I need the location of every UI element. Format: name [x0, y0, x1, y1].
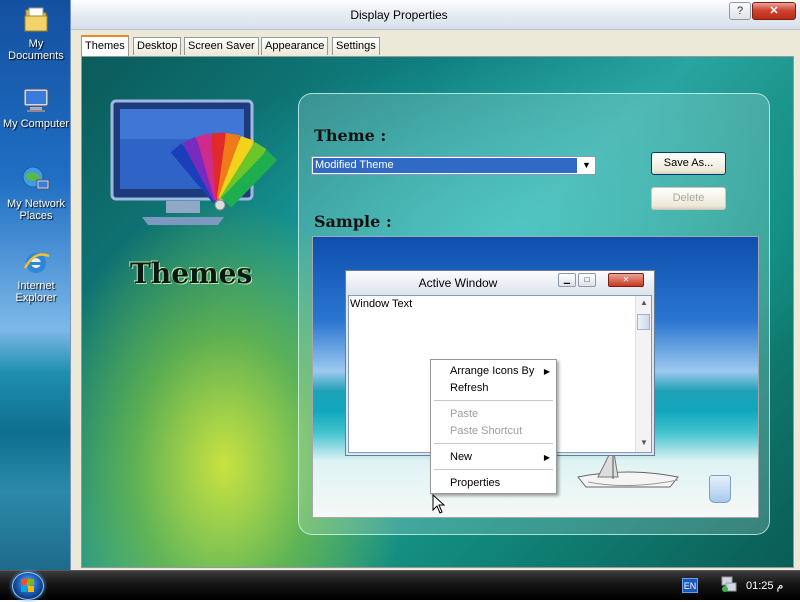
minimize-icon: ▁ — [558, 273, 576, 287]
sample-window-title: Active Window — [418, 276, 498, 290]
sample-scrollbar: ▲ ▼ — [635, 296, 651, 452]
language-indicator[interactable]: EN — [682, 578, 698, 593]
window-titlebar[interactable]: Display Properties ? ✕ — [71, 0, 800, 30]
scroll-up-icon: ▲ — [640, 298, 648, 307]
menu-item-label: Paste — [450, 408, 479, 420]
mouse-cursor-icon — [432, 494, 446, 514]
submenu-arrow-icon: ▶ — [543, 453, 550, 462]
tab-settings[interactable]: Settings — [332, 37, 380, 55]
desktop-icon-label: My Network Places — [6, 198, 66, 222]
theme-label: Theme : — [314, 126, 387, 145]
maximize-icon: □ — [578, 273, 596, 287]
menu-separator — [434, 469, 553, 470]
menu-item-label: Arrange Icons By — [450, 365, 535, 377]
clock[interactable]: 01:25 م — [746, 579, 783, 592]
sample-window-titlebar: Active Window ▁ □ ✕ — [346, 271, 654, 293]
delete-button[interactable]: Delete — [651, 187, 726, 210]
tab-desktop[interactable]: Desktop — [133, 37, 182, 55]
menu-item-label: Properties — [450, 477, 501, 489]
menu-separator — [434, 400, 553, 401]
desktop-icon-label: My Computer — [2, 118, 70, 130]
network-globe-icon — [22, 166, 50, 190]
window-title: Display Properties — [350, 8, 448, 22]
save-as-button[interactable]: Save As... — [651, 152, 726, 175]
theme-dropdown[interactable]: Modified Theme ▼ — [311, 156, 596, 175]
tab-screen-saver[interactable]: Screen Saver — [184, 37, 259, 55]
menu-item-label: Refresh — [450, 382, 489, 394]
menu-separator — [434, 443, 553, 444]
menu-item-paste: Paste — [431, 406, 556, 423]
submenu-arrow-icon: ▶ — [543, 367, 550, 376]
scroll-down-icon: ▼ — [640, 438, 648, 447]
menu-item-label: New — [450, 451, 473, 463]
menu-item-properties[interactable]: Properties — [431, 475, 556, 492]
monitor-color-swatches-icon — [110, 99, 278, 225]
theme-dropdown-value: Modified Theme — [313, 158, 577, 173]
start-button[interactable] — [12, 572, 44, 600]
menu-item-paste-shortcut: Paste Shortcut — [431, 423, 556, 440]
sample-window-text: Window Text — [350, 298, 413, 310]
scrollbar-thumb — [637, 314, 650, 330]
computer-icon — [23, 88, 49, 112]
close-button[interactable]: ✕ — [752, 2, 796, 20]
folder-icon — [24, 7, 48, 32]
sample-label: Sample : — [314, 212, 392, 231]
tab-themes[interactable]: Themes — [81, 35, 129, 56]
desktop-context-menu: Arrange Icons By ▶ Refresh Paste Paste S… — [430, 359, 557, 494]
menu-item-arrange-icons-by[interactable]: Arrange Icons By ▶ — [431, 363, 556, 380]
network-tray-icon[interactable] — [720, 575, 738, 593]
tab-appearance[interactable]: Appearance — [261, 37, 329, 55]
menu-item-refresh[interactable]: Refresh — [431, 380, 556, 397]
desktop-icon-my-documents[interactable]: My Documents — [0, 4, 72, 62]
recycle-bin-icon — [709, 475, 731, 503]
desktop-icon-label: Internet Explorer — [15, 280, 57, 304]
chevron-down-icon[interactable]: ▼ — [578, 157, 595, 174]
windows-logo-icon — [21, 579, 34, 592]
internet-explorer-icon — [23, 253, 50, 273]
desktop-icon-my-computer[interactable]: My Computer — [0, 84, 72, 130]
desktop-icon-label: My Documents — [8, 38, 64, 62]
menu-item-label: Paste Shortcut — [450, 425, 523, 437]
desktop-icon-my-network-places[interactable]: My Network Places — [0, 164, 72, 222]
menu-item-new[interactable]: New ▶ — [431, 449, 556, 466]
close-icon: ✕ — [608, 273, 644, 287]
help-button[interactable]: ? — [729, 2, 751, 20]
themes-brand-title: Themes — [130, 257, 253, 290]
desktop-icon-internet-explorer[interactable]: Internet Explorer — [0, 246, 72, 304]
taskbar — [0, 570, 800, 600]
